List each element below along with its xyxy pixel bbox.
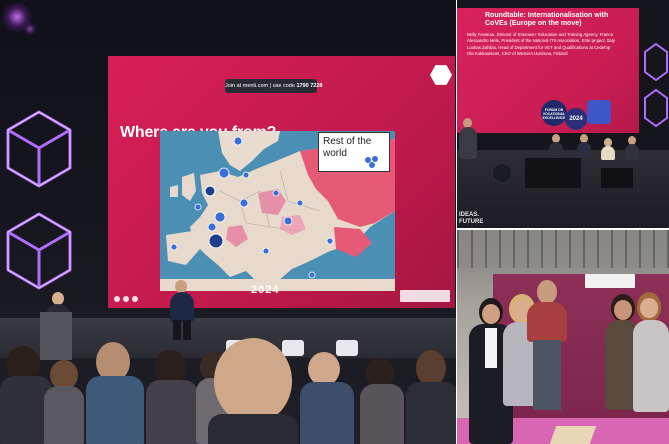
stage-monitor xyxy=(601,168,633,188)
slide-nav-dot xyxy=(132,296,138,302)
panel-title-line2: CoVEs (Europe on the move) xyxy=(485,20,582,27)
photo-roundtable-panel: Roundtable: Internationalisation with Co… xyxy=(457,0,669,228)
slide-nav-dot xyxy=(123,296,129,302)
panel-speaker: Ola Kukkasniemi, CEO of Western Uusimaa,… xyxy=(467,51,568,57)
hall-ceiling-truss xyxy=(457,230,669,268)
year-badge: 2024 xyxy=(565,108,587,130)
booth-sign xyxy=(585,274,635,288)
photo-conference-hall: Join at menti.com | use code 1790 7228 W… xyxy=(0,0,456,444)
stage-chair xyxy=(336,340,358,356)
hex-logo xyxy=(587,100,611,124)
stage-light xyxy=(491,162,513,184)
stage-slogan-line1: IDEAS. xyxy=(459,212,480,218)
panel-speaker-list: Nelly Fesseau, Director of Erasmus+ Educ… xyxy=(467,32,627,58)
stage-screen: Join at menti.com | use code 1790 7228 W… xyxy=(108,56,455,308)
neon-cube-panel xyxy=(644,42,668,128)
event-logo-hex xyxy=(430,65,452,85)
slide-nav-dot xyxy=(114,296,120,302)
floor-tile xyxy=(549,426,597,444)
stage-monitor xyxy=(525,158,581,188)
forum-badge: FORUM ON VOCATIONAL EXCELLENCE xyxy=(541,100,567,126)
rest-of-world-markers xyxy=(365,156,378,168)
stage-slogan: IDEAS. FUTURE xyxy=(459,212,483,226)
photo-group-at-booth xyxy=(457,230,669,444)
rest-of-world-callout: Rest of the world xyxy=(318,132,390,172)
menti-join-banner: Join at menti.com | use code 1790 7228 xyxy=(225,79,322,93)
stage-slogan-line2: FUTURE xyxy=(459,219,484,225)
rest-of-world-label-line1: Rest of the xyxy=(323,136,372,147)
neon-cube-top xyxy=(6,110,72,188)
slide-year: 2024 xyxy=(251,284,280,296)
stage-chair xyxy=(282,340,304,356)
purple-ceiling-light xyxy=(22,22,38,36)
sponsor-logos xyxy=(400,290,450,302)
panel-speaker: Alessandro Mele, President of the Nation… xyxy=(467,38,615,44)
panel-title: Roundtable: Internationalisation with Co… xyxy=(485,12,645,28)
panel-title-line1: Roundtable: Internationalisation with xyxy=(485,12,609,19)
panel-screen: Roundtable: Internationalisation with Co… xyxy=(457,8,639,133)
neon-cube-bottom xyxy=(6,212,72,290)
